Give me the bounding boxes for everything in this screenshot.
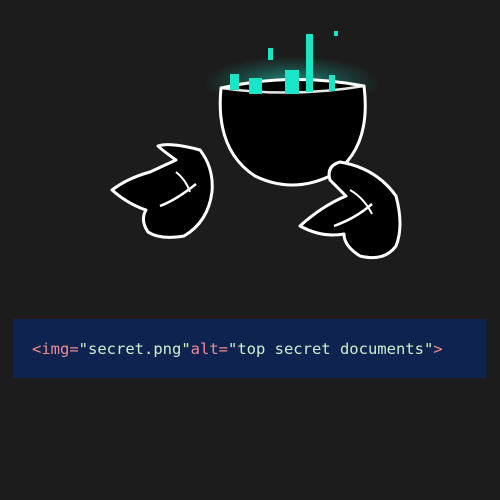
left-hand <box>110 143 214 239</box>
shadow-creature-icon <box>110 31 402 260</box>
src-value: "secret.png" <box>78 339 191 358</box>
img-tag-open: <img= <box>32 339 79 358</box>
alt-attribute: alt= <box>190 339 228 358</box>
meme-canvas: <img= "secret.png" alt= "top secret docume… <box>0 0 500 500</box>
code-snippet-banner: <img= "secret.png" alt= "top secret docume… <box>13 319 486 378</box>
alt-value: "top secret documents" <box>227 339 434 358</box>
img-tag-close: > <box>433 339 443 358</box>
